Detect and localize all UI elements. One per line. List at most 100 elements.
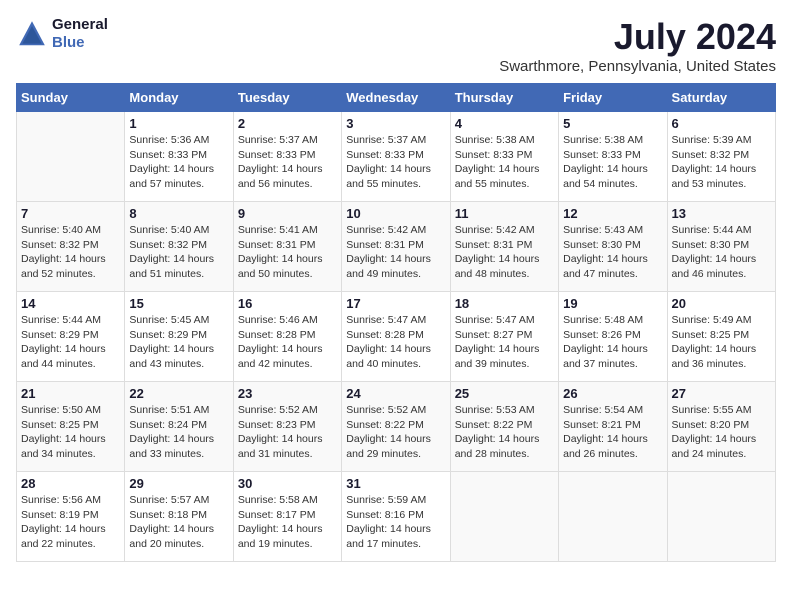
calendar-cell: 26 Sunrise: 5:54 AM Sunset: 8:21 PM Dayl… <box>559 382 667 472</box>
cell-info: Sunrise: 5:38 AM Sunset: 8:33 PM Dayligh… <box>563 133 662 192</box>
cell-sunrise: Sunrise: 5:42 AM <box>346 223 445 238</box>
calendar-cell: 12 Sunrise: 5:43 AM Sunset: 8:30 PM Dayl… <box>559 202 667 292</box>
calendar-body: 1 Sunrise: 5:36 AM Sunset: 8:33 PM Dayli… <box>17 112 776 562</box>
cell-info: Sunrise: 5:55 AM Sunset: 8:20 PM Dayligh… <box>672 403 771 462</box>
cell-daylight: Daylight: 14 hours and 42 minutes. <box>238 342 337 371</box>
cell-sunrise: Sunrise: 5:50 AM <box>21 403 120 418</box>
cell-sunset: Sunset: 8:18 PM <box>129 508 228 523</box>
cell-date: 25 <box>455 386 554 401</box>
cell-info: Sunrise: 5:42 AM Sunset: 8:31 PM Dayligh… <box>455 223 554 282</box>
cell-sunset: Sunset: 8:20 PM <box>672 418 771 433</box>
cell-info: Sunrise: 5:57 AM Sunset: 8:18 PM Dayligh… <box>129 493 228 552</box>
cell-sunset: Sunset: 8:32 PM <box>21 238 120 253</box>
cell-sunrise: Sunrise: 5:44 AM <box>672 223 771 238</box>
cell-info: Sunrise: 5:47 AM Sunset: 8:27 PM Dayligh… <box>455 313 554 372</box>
cell-sunset: Sunset: 8:29 PM <box>129 328 228 343</box>
cell-sunrise: Sunrise: 5:38 AM <box>455 133 554 148</box>
cell-daylight: Daylight: 14 hours and 55 minutes. <box>346 162 445 191</box>
cell-info: Sunrise: 5:37 AM Sunset: 8:33 PM Dayligh… <box>346 133 445 192</box>
calendar-cell: 2 Sunrise: 5:37 AM Sunset: 8:33 PM Dayli… <box>233 112 341 202</box>
cell-sunrise: Sunrise: 5:43 AM <box>563 223 662 238</box>
cell-sunrise: Sunrise: 5:39 AM <box>672 133 771 148</box>
cell-daylight: Daylight: 14 hours and 34 minutes. <box>21 432 120 461</box>
cell-sunrise: Sunrise: 5:56 AM <box>21 493 120 508</box>
calendar-cell: 30 Sunrise: 5:58 AM Sunset: 8:17 PM Dayl… <box>233 472 341 562</box>
cell-date: 6 <box>672 116 771 131</box>
cell-daylight: Daylight: 14 hours and 54 minutes. <box>563 162 662 191</box>
cell-sunset: Sunset: 8:28 PM <box>238 328 337 343</box>
calendar-cell: 11 Sunrise: 5:42 AM Sunset: 8:31 PM Dayl… <box>450 202 558 292</box>
calendar-cell: 28 Sunrise: 5:56 AM Sunset: 8:19 PM Dayl… <box>17 472 125 562</box>
cell-sunrise: Sunrise: 5:48 AM <box>563 313 662 328</box>
logo-line1: General <box>52 16 108 34</box>
calendar-cell: 31 Sunrise: 5:59 AM Sunset: 8:16 PM Dayl… <box>342 472 450 562</box>
page-header: General Blue July 2024 Swarthmore, Penns… <box>16 16 776 75</box>
calendar-cell: 16 Sunrise: 5:46 AM Sunset: 8:28 PM Dayl… <box>233 292 341 382</box>
cell-date: 20 <box>672 296 771 311</box>
calendar-cell: 21 Sunrise: 5:50 AM Sunset: 8:25 PM Dayl… <box>17 382 125 472</box>
cell-info: Sunrise: 5:46 AM Sunset: 8:28 PM Dayligh… <box>238 313 337 372</box>
calendar-cell: 3 Sunrise: 5:37 AM Sunset: 8:33 PM Dayli… <box>342 112 450 202</box>
cell-sunset: Sunset: 8:30 PM <box>563 238 662 253</box>
cell-date: 1 <box>129 116 228 131</box>
cell-daylight: Daylight: 14 hours and 33 minutes. <box>129 432 228 461</box>
cell-sunset: Sunset: 8:22 PM <box>455 418 554 433</box>
cell-daylight: Daylight: 14 hours and 22 minutes. <box>21 522 120 551</box>
cell-sunrise: Sunrise: 5:49 AM <box>672 313 771 328</box>
cell-date: 26 <box>563 386 662 401</box>
main-title: July 2024 <box>499 16 776 58</box>
calendar-cell <box>17 112 125 202</box>
cell-sunset: Sunset: 8:33 PM <box>346 148 445 163</box>
cell-daylight: Daylight: 14 hours and 29 minutes. <box>346 432 445 461</box>
cell-date: 5 <box>563 116 662 131</box>
cell-daylight: Daylight: 14 hours and 28 minutes. <box>455 432 554 461</box>
cell-sunset: Sunset: 8:24 PM <box>129 418 228 433</box>
cell-info: Sunrise: 5:51 AM Sunset: 8:24 PM Dayligh… <box>129 403 228 462</box>
cell-sunset: Sunset: 8:28 PM <box>346 328 445 343</box>
cell-sunset: Sunset: 8:25 PM <box>21 418 120 433</box>
day-header-friday: Friday <box>559 84 667 112</box>
cell-date: 16 <box>238 296 337 311</box>
cell-info: Sunrise: 5:54 AM Sunset: 8:21 PM Dayligh… <box>563 403 662 462</box>
cell-info: Sunrise: 5:52 AM Sunset: 8:23 PM Dayligh… <box>238 403 337 462</box>
calendar-table: SundayMondayTuesdayWednesdayThursdayFrid… <box>16 83 776 562</box>
week-row-5: 28 Sunrise: 5:56 AM Sunset: 8:19 PM Dayl… <box>17 472 776 562</box>
cell-sunset: Sunset: 8:19 PM <box>21 508 120 523</box>
calendar-cell: 20 Sunrise: 5:49 AM Sunset: 8:25 PM Dayl… <box>667 292 775 382</box>
cell-info: Sunrise: 5:53 AM Sunset: 8:22 PM Dayligh… <box>455 403 554 462</box>
calendar-cell: 15 Sunrise: 5:45 AM Sunset: 8:29 PM Dayl… <box>125 292 233 382</box>
cell-date: 12 <box>563 206 662 221</box>
calendar-cell: 6 Sunrise: 5:39 AM Sunset: 8:32 PM Dayli… <box>667 112 775 202</box>
cell-info: Sunrise: 5:48 AM Sunset: 8:26 PM Dayligh… <box>563 313 662 372</box>
cell-sunrise: Sunrise: 5:45 AM <box>129 313 228 328</box>
calendar-cell: 5 Sunrise: 5:38 AM Sunset: 8:33 PM Dayli… <box>559 112 667 202</box>
cell-daylight: Daylight: 14 hours and 57 minutes. <box>129 162 228 191</box>
calendar-cell: 17 Sunrise: 5:47 AM Sunset: 8:28 PM Dayl… <box>342 292 450 382</box>
cell-info: Sunrise: 5:59 AM Sunset: 8:16 PM Dayligh… <box>346 493 445 552</box>
cell-sunset: Sunset: 8:16 PM <box>346 508 445 523</box>
day-header-sunday: Sunday <box>17 84 125 112</box>
days-of-week-header: SundayMondayTuesdayWednesdayThursdayFrid… <box>17 84 776 112</box>
calendar-cell: 14 Sunrise: 5:44 AM Sunset: 8:29 PM Dayl… <box>17 292 125 382</box>
cell-sunrise: Sunrise: 5:47 AM <box>346 313 445 328</box>
cell-daylight: Daylight: 14 hours and 24 minutes. <box>672 432 771 461</box>
cell-sunrise: Sunrise: 5:52 AM <box>238 403 337 418</box>
logo-line2: Blue <box>52 34 108 52</box>
cell-daylight: Daylight: 14 hours and 55 minutes. <box>455 162 554 191</box>
cell-date: 15 <box>129 296 228 311</box>
cell-daylight: Daylight: 14 hours and 20 minutes. <box>129 522 228 551</box>
cell-daylight: Daylight: 14 hours and 48 minutes. <box>455 252 554 281</box>
week-row-3: 14 Sunrise: 5:44 AM Sunset: 8:29 PM Dayl… <box>17 292 776 382</box>
cell-date: 27 <box>672 386 771 401</box>
cell-info: Sunrise: 5:37 AM Sunset: 8:33 PM Dayligh… <box>238 133 337 192</box>
cell-date: 30 <box>238 476 337 491</box>
cell-sunset: Sunset: 8:31 PM <box>238 238 337 253</box>
cell-date: 2 <box>238 116 337 131</box>
calendar-cell: 24 Sunrise: 5:52 AM Sunset: 8:22 PM Dayl… <box>342 382 450 472</box>
cell-daylight: Daylight: 14 hours and 56 minutes. <box>238 162 337 191</box>
cell-date: 3 <box>346 116 445 131</box>
cell-sunrise: Sunrise: 5:41 AM <box>238 223 337 238</box>
logo-text: General Blue <box>52 16 108 52</box>
cell-info: Sunrise: 5:56 AM Sunset: 8:19 PM Dayligh… <box>21 493 120 552</box>
day-header-monday: Monday <box>125 84 233 112</box>
